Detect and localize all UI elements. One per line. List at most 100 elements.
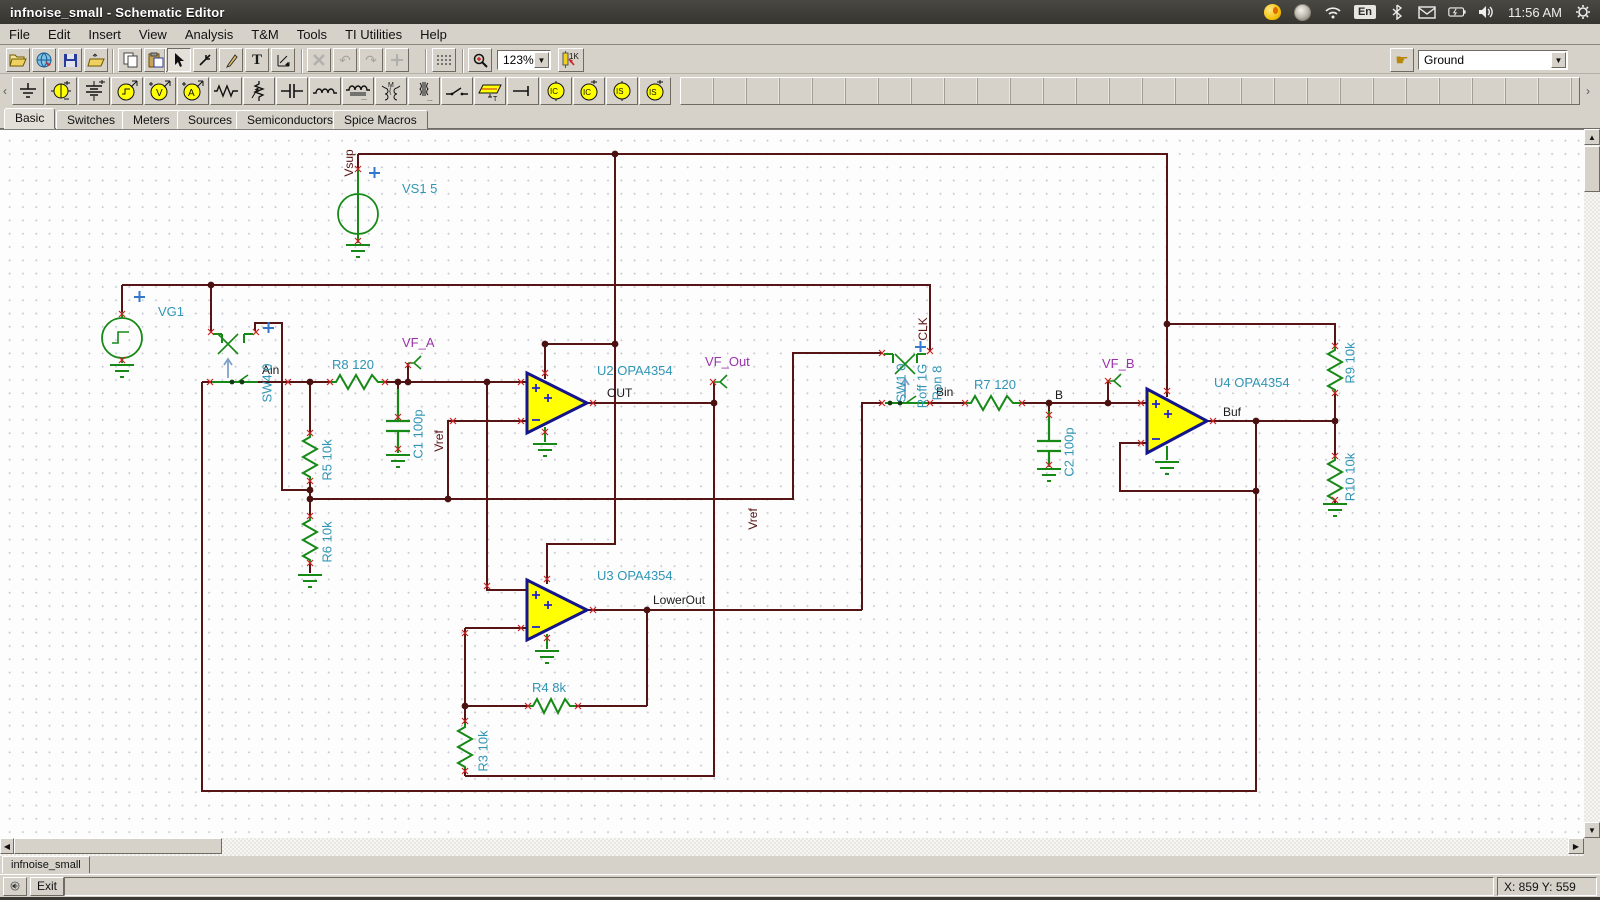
select-tool-button[interactable] — [167, 48, 191, 72]
wire-tool-button[interactable] — [193, 48, 217, 72]
horizontal-scroll-thumb[interactable] — [14, 838, 222, 854]
battery-icon[interactable] — [1448, 3, 1466, 21]
sound-toggle-button[interactable] — [3, 877, 27, 896]
zoom-dropdown-arrow[interactable]: ▼ — [534, 52, 549, 68]
save-button[interactable] — [58, 48, 82, 72]
grid-toggle-button[interactable] — [432, 48, 456, 72]
value-tool-button[interactable]: 1K — [558, 48, 584, 72]
document-tab[interactable]: infnoise_small — [2, 856, 90, 873]
vg1-voltage-generator[interactable] — [102, 312, 142, 377]
palette-controlled-switch[interactable]: T — [474, 77, 506, 105]
tab-basic[interactable]: Basic — [4, 108, 55, 129]
palette-right-chevron[interactable]: › — [1582, 77, 1594, 105]
ground-dropdown-arrow[interactable]: ▼ — [1551, 52, 1566, 68]
schematic-label[interactable]: SW4 0 — [260, 363, 275, 402]
menu-tools[interactable]: Tools — [288, 25, 336, 44]
palette-voltage-source[interactable] — [45, 77, 77, 105]
delete-button[interactable] — [307, 48, 331, 72]
menu-analysis[interactable]: Analysis — [176, 25, 242, 44]
menu-view[interactable]: View — [130, 25, 176, 44]
r3-resistor[interactable] — [458, 723, 472, 769]
keyboard-layout-indicator[interactable]: En — [1354, 5, 1376, 19]
r6-resistor[interactable] — [303, 516, 317, 563]
text-tool-button[interactable]: T — [245, 48, 269, 72]
schematic-label[interactable]: U3 OPA4354 — [597, 568, 673, 583]
horizontal-scrollbar[interactable]: ◀ ▶ — [0, 838, 1584, 856]
tab-spice-macros[interactable]: Spice Macros — [333, 110, 428, 129]
schematic-label[interactable]: Buf — [1223, 405, 1241, 419]
open-file-button[interactable] — [6, 48, 30, 72]
insert-node-button[interactable]: ☛ — [1390, 48, 1414, 72]
u3-opamp[interactable] — [527, 580, 587, 640]
palette-voltage-generator[interactable] — [111, 77, 143, 105]
pen-tool-button[interactable] — [219, 48, 243, 72]
menu-insert[interactable]: Insert — [79, 25, 130, 44]
schematic-label[interactable]: Vsup — [342, 149, 356, 176]
schematic-label[interactable]: VG1 — [158, 304, 184, 319]
copy-button[interactable] — [118, 48, 142, 72]
tab-semiconductors[interactable]: Semiconductors — [236, 110, 344, 129]
schematic-label[interactable]: R9 10k — [1343, 342, 1358, 383]
r5-resistor[interactable] — [303, 433, 317, 481]
scroll-up-arrow[interactable]: ▲ — [1584, 129, 1600, 145]
schematic-label[interactable]: R3 10k — [476, 730, 491, 771]
palette-resistor[interactable] — [210, 77, 242, 105]
u2-opamp[interactable] — [527, 373, 587, 433]
schematic-label[interactable]: Roff 1G — [915, 364, 930, 409]
orb-indicator-icon[interactable] — [1294, 3, 1312, 21]
schematic-label[interactable]: R7 120 — [974, 377, 1016, 392]
palette-controlled-source-is1[interactable]: IS — [606, 77, 638, 105]
schematic-label[interactable]: VF_Out — [705, 354, 750, 369]
vs1-voltage-source[interactable] — [338, 169, 378, 257]
palette-left-chevron[interactable]: ‹ — [0, 77, 10, 105]
palette-jumper[interactable] — [507, 77, 539, 105]
components-green[interactable] — [102, 169, 1347, 769]
schematic-label[interactable]: VF_B — [1102, 356, 1135, 371]
palette-battery[interactable] — [78, 77, 110, 105]
scroll-left-arrow[interactable]: ◀ — [0, 838, 14, 854]
volume-icon[interactable] — [1478, 3, 1496, 21]
schematic-label[interactable]: VF_A — [402, 335, 435, 350]
vf-b-probe[interactable] — [1108, 374, 1121, 387]
zoom-tool-button[interactable] — [468, 48, 492, 72]
scroll-down-arrow[interactable]: ▼ — [1584, 822, 1600, 838]
vf-out-probe[interactable] — [714, 375, 727, 388]
r8-resistor[interactable] — [330, 375, 385, 389]
schematic-label[interactable]: OUT — [607, 386, 632, 400]
mail-icon[interactable] — [1418, 3, 1436, 21]
schematic-label[interactable]: R10 10k — [1343, 453, 1358, 501]
exit-button[interactable]: Exit — [30, 877, 64, 896]
schematic-label[interactable]: R4 8k — [532, 680, 566, 695]
schematic-label[interactable]: R6 10k — [320, 521, 335, 562]
palette-ground[interactable] — [12, 77, 44, 105]
palette-transformer[interactable]: ... — [408, 77, 440, 105]
c2-capacitor[interactable] — [1037, 411, 1061, 481]
move-button[interactable] — [385, 48, 409, 72]
schematic-label[interactable]: C2 100p — [1062, 427, 1077, 476]
schematic-label[interactable]: LowerOut — [653, 593, 705, 607]
palette-voltage-meter[interactable]: V — [144, 77, 176, 105]
schematic-label[interactable]: R8 120 — [332, 357, 374, 372]
palette-controlled-source-is2[interactable]: IS — [639, 77, 671, 105]
undo-button[interactable]: ↶ — [333, 48, 357, 72]
schematic-label[interactable]: Vref — [432, 430, 446, 452]
r7-resistor[interactable] — [965, 396, 1022, 410]
dimension-tool-button[interactable] — [271, 48, 295, 72]
menu-ti-utilities[interactable]: TI Utilities — [336, 25, 411, 44]
r9-resistor[interactable] — [1328, 346, 1342, 393]
app-indicator-icon[interactable] — [1264, 3, 1282, 21]
c1-capacitor[interactable] — [386, 389, 410, 467]
palette-inductor[interactable] — [309, 77, 341, 105]
tab-sources[interactable]: Sources — [177, 110, 243, 129]
opamps[interactable] — [527, 373, 1207, 640]
menu-edit[interactable]: Edit — [39, 25, 79, 44]
ground-selector-combobox[interactable]: Ground ▼ — [1418, 50, 1568, 70]
tab-switches[interactable]: Switches — [56, 110, 126, 129]
zoom-level-combobox[interactable]: 123% ▼ — [497, 50, 551, 70]
schematic-label[interactable]: SW1 0 — [894, 363, 909, 402]
palette-coupled-inductors[interactable]: M{ — [375, 77, 407, 105]
schematic-label[interactable]: VS1 5 — [402, 181, 437, 196]
vertical-scroll-thumb[interactable] — [1584, 146, 1600, 192]
menu-file[interactable]: File — [0, 25, 39, 44]
r10-resistor[interactable] — [1328, 456, 1342, 500]
